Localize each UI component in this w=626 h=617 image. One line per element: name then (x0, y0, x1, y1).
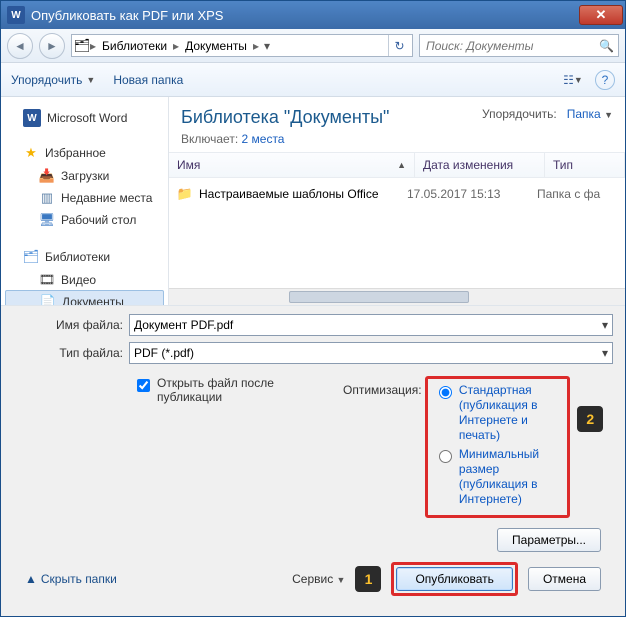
organize-button[interactable]: Упорядочить ▼ (11, 73, 95, 87)
documents-icon: 📄 (40, 294, 56, 305)
scrollbar-thumb[interactable] (289, 291, 469, 303)
optimize-standard-radio[interactable] (439, 386, 452, 399)
col-date[interactable]: Дата изменения (415, 153, 545, 177)
filetype-label: Тип файла: (13, 346, 123, 360)
file-list: 📁 Настраиваемые шаблоны Office 17.05.2017… (169, 178, 625, 288)
nav-forward-button[interactable]: ► (39, 33, 65, 59)
filetype-select[interactable]: PDF (*.pdf)▾ (129, 342, 613, 364)
optimize-label: Оптимизация: (343, 383, 422, 397)
footer: ▲ Скрыть папки Сервис ▼ 1 Опубликовать О… (13, 552, 613, 606)
word-icon: W (23, 109, 41, 127)
close-button[interactable]: ✕ (579, 5, 623, 25)
sidebar-item-recent[interactable]: ▥Недавние места (1, 187, 168, 209)
sidebar-item-documents[interactable]: 📄Документы (5, 290, 164, 305)
tools-dropdown[interactable]: Сервис ▼ (292, 572, 345, 586)
nav-back-button[interactable]: ◄ (7, 33, 33, 59)
breadcrumb-item[interactable]: Библиотеки (96, 39, 173, 53)
form-area: Имя файла: Документ PDF.pdf▾ Тип файла: … (1, 305, 625, 616)
content-header: Упорядочить: Папка ▼ Библиотека "Докумен… (169, 97, 625, 152)
optimize-standard-label[interactable]: Стандартная (публикация в Интернете и пе… (459, 383, 561, 443)
filename-label: Имя файла: (13, 318, 123, 332)
callout-1: 1 (355, 566, 381, 592)
sidebar: WMicrosoft Word ★Избранное 📥Загрузки ▥Не… (1, 97, 169, 305)
sort-asc-icon: ▲ (397, 160, 406, 170)
optimize-minimal-radio[interactable] (439, 450, 452, 463)
item-type: Папка с фа (537, 187, 617, 201)
sidebar-item-video[interactable]: 🎞Видео (1, 269, 168, 291)
list-item[interactable]: 📁 Настраиваемые шаблоны Office 17.05.2017… (169, 182, 625, 206)
chevron-up-icon: ▲ (25, 572, 37, 586)
view-mode-button[interactable]: ☷ ▼ (559, 69, 587, 91)
word-app-icon: W (7, 6, 25, 24)
window-title: Опубликовать как PDF или XPS (31, 8, 579, 23)
item-date: 17.05.2017 15:13 (407, 187, 537, 201)
publish-button[interactable]: Опубликовать (396, 567, 512, 591)
recent-icon: ▥ (39, 190, 55, 206)
search-input[interactable] (424, 38, 599, 54)
dialog-window: W Опубликовать как PDF или XPS ✕ ◄ ► 🗂 ▸… (0, 0, 626, 617)
filename-input[interactable]: Документ PDF.pdf▾ (129, 314, 613, 336)
arrange-label: Упорядочить: (482, 107, 557, 121)
optimize-minimal-label[interactable]: Минимальный размер (публикация в Интерне… (459, 447, 561, 507)
column-headers: Имя▲ Дата изменения Тип (169, 152, 625, 178)
chevron-down-icon: ▼ (604, 110, 613, 120)
sidebar-item-downloads[interactable]: 📥Загрузки (1, 165, 168, 187)
libraries-icon: 🗂 (23, 249, 39, 265)
hide-folders-button[interactable]: ▲ Скрыть папки (25, 572, 117, 586)
col-type[interactable]: Тип (545, 153, 625, 177)
folder-icon: 📁 (177, 186, 193, 202)
chevron-down-icon: ▼ (337, 575, 346, 585)
titlebar: W Опубликовать как PDF или XPS ✕ (1, 1, 625, 29)
toolbar: Упорядочить ▼ Новая папка ☷ ▼ ? (1, 63, 625, 97)
optimize-group: Стандартная (публикация в Интернете и пе… (425, 376, 570, 518)
chevron-down-icon: ▼ (86, 75, 95, 85)
refresh-button[interactable]: ↻ (388, 35, 410, 56)
breadcrumb[interactable]: 🗂 ▸ Библиотеки ▸ Документы ▸ ▾ ↻ (71, 34, 413, 57)
nav-row: ◄ ► 🗂 ▸ Библиотеки ▸ Документы ▸ ▾ ↻ 🔍 (1, 29, 625, 63)
horizontal-scrollbar[interactable] (169, 288, 625, 305)
downloads-icon: 📥 (39, 168, 55, 184)
item-name: Настраиваемые шаблоны Office (199, 187, 379, 201)
desktop-icon: 🖥 (39, 212, 55, 228)
search-box[interactable]: 🔍 (419, 34, 619, 57)
video-icon: 🎞 (39, 272, 55, 288)
star-icon: ★ (23, 145, 39, 161)
sidebar-group-favorites[interactable]: ★Избранное (1, 141, 168, 165)
callout-2: 2 (577, 406, 603, 432)
arrange-dropdown[interactable]: Папка ▼ (567, 107, 613, 121)
parameters-button[interactable]: Параметры... (497, 528, 601, 552)
sidebar-item-msword[interactable]: WMicrosoft Word (1, 105, 168, 131)
chevron-down-icon[interactable]: ▾ (602, 318, 608, 332)
open-after-checkbox[interactable] (137, 379, 150, 392)
open-after-label: Открыть файл после публикации (157, 376, 323, 404)
libraries-icon: 🗂 (74, 38, 90, 54)
body: WMicrosoft Word ★Избранное 📥Загрузки ▥Не… (1, 97, 625, 305)
includes-link[interactable]: 2 места (242, 132, 285, 146)
chevron-down-icon[interactable]: ▾ (602, 346, 608, 360)
publish-highlight: Опубликовать (391, 562, 517, 596)
breadcrumb-item[interactable]: Документы (179, 39, 253, 53)
search-icon: 🔍 (599, 39, 614, 53)
includes-label: Включает: (181, 132, 238, 146)
new-folder-button[interactable]: Новая папка (113, 73, 183, 87)
sidebar-item-desktop[interactable]: 🖥Рабочий стол (1, 209, 168, 231)
help-button[interactable]: ? (595, 70, 615, 90)
col-name[interactable]: Имя▲ (169, 153, 415, 177)
cancel-button[interactable]: Отмена (528, 567, 601, 591)
breadcrumb-dropdown[interactable]: ▾ (259, 39, 275, 53)
content-pane: Упорядочить: Папка ▼ Библиотека "Докумен… (169, 97, 625, 305)
sidebar-group-libraries[interactable]: 🗂Библиотеки (1, 245, 168, 269)
